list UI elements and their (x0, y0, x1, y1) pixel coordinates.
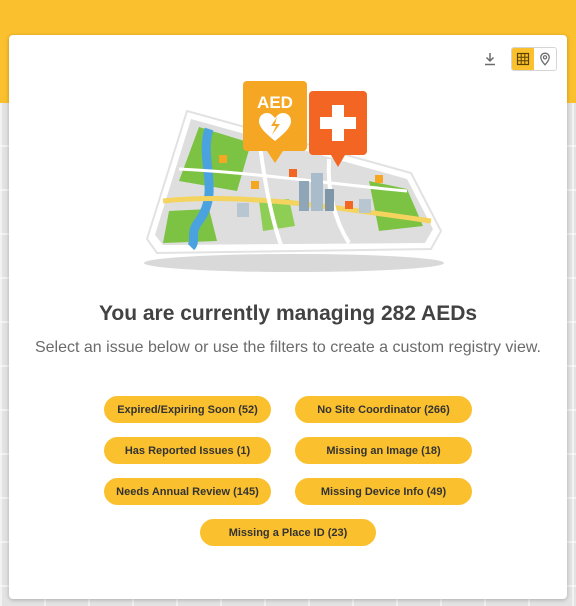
map-shadow (144, 254, 444, 272)
map-view-button[interactable] (534, 48, 556, 70)
grid-view-button[interactable] (512, 48, 534, 70)
map-marker (219, 155, 227, 163)
view-toolbar (479, 47, 557, 71)
no-site-coordinator-button[interactable]: No Site Coordinator (266) (295, 396, 472, 423)
building (325, 189, 334, 211)
map-pin-icon (540, 52, 550, 66)
building (359, 199, 371, 213)
page-title: You are currently managing 282 AEDs (98, 302, 478, 325)
page-subtitle: Select an issue below or use the filters… (34, 339, 541, 356)
building (237, 203, 249, 217)
grid-view-icon (516, 52, 530, 66)
download-button[interactable] (479, 48, 501, 70)
registry-dialog: AED You are currently managing 282 AEDs … (9, 35, 567, 599)
download-icon (485, 53, 495, 66)
map-marker (251, 181, 259, 189)
expired-expiring-button[interactable]: Expired/Expiring Soon (52) (104, 396, 271, 423)
map-marker (345, 201, 353, 209)
reported-issues-button[interactable]: Has Reported Issues (1) (104, 437, 271, 464)
aed-badge-text: AED (257, 93, 293, 112)
map-marker (289, 169, 297, 177)
building (299, 181, 309, 211)
view-toggle (511, 47, 557, 71)
missing-place-id-button[interactable]: Missing a Place ID (23) (200, 519, 376, 546)
missing-device-info-button[interactable]: Missing Device Info (49) (295, 478, 472, 505)
missing-image-button[interactable]: Missing an Image (18) (295, 437, 472, 464)
aed-badge: AED (243, 81, 307, 163)
map-marker (375, 175, 383, 183)
annual-review-button[interactable]: Needs Annual Review (145) (104, 478, 271, 505)
building (311, 173, 323, 211)
aed-map-illustration: AED (144, 81, 444, 272)
